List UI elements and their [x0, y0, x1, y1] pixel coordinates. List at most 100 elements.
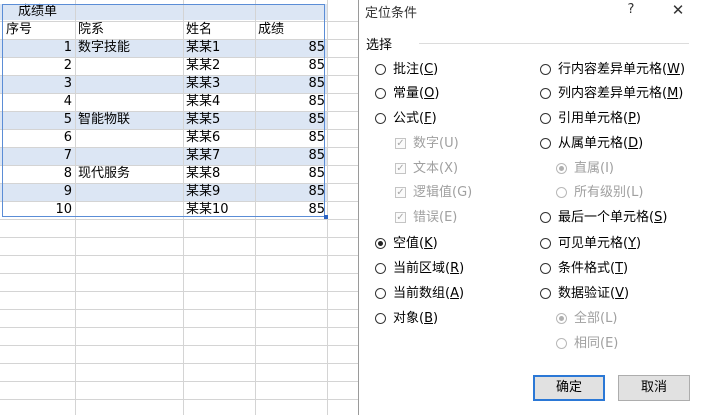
spreadsheet-grid[interactable]: 成绩单 序号 院系 姓名 成绩 1 数字技能 某某1 85 2 某某2 85 3… [0, 0, 360, 415]
cell-score[interactable]: 85 [258, 57, 325, 75]
cell-name[interactable]: 某某4 [186, 93, 220, 111]
cell-no[interactable]: 7 [2, 147, 72, 165]
option-label: 对象( [393, 311, 425, 326]
cell-name[interactable]: 某某3 [186, 75, 220, 93]
cell-name[interactable]: 某某10 [186, 201, 229, 219]
option-label: 列内容差异单元格( [558, 86, 668, 101]
radio-icon[interactable] [375, 113, 386, 124]
cell-score[interactable]: 85 [258, 183, 325, 201]
radio-icon[interactable] [540, 238, 551, 249]
checkbox-checked-icon[interactable]: ✓ [395, 212, 406, 223]
go-to-special-dialog: 定位条件 ? ✕ 选择 批注(C) 常量(O) 公式(F) ✓ 数字(U) ✓ … [358, 0, 702, 415]
option-label: 相同(E) [574, 336, 619, 351]
radio-icon[interactable] [375, 288, 386, 299]
radio-icon[interactable] [540, 138, 551, 149]
option-accel-key: D [628, 136, 639, 151]
radio-icon[interactable] [556, 187, 567, 198]
option-label-end: ) [662, 210, 668, 225]
option-label-end: ) [623, 286, 630, 301]
cell-score[interactable]: 85 [258, 129, 325, 147]
row-gridline [0, 273, 360, 274]
cell-name[interactable]: 某某7 [186, 147, 220, 165]
option-label: 行内容差异单元格( [558, 62, 668, 77]
group-label-select: 选择 [366, 38, 393, 53]
cell-no[interactable]: 6 [2, 129, 72, 147]
row-gridline [0, 309, 360, 310]
radio-icon[interactable] [540, 212, 551, 223]
checkbox-checked-icon[interactable]: ✓ [395, 163, 406, 174]
radio-icon[interactable] [556, 338, 567, 349]
option-label: 当前数组( [393, 286, 451, 301]
radio-selected-icon[interactable] [556, 313, 567, 324]
checkbox-checked-icon[interactable]: ✓ [395, 138, 406, 149]
radio-icon[interactable] [375, 64, 386, 75]
cell-score[interactable]: 85 [258, 201, 325, 219]
cell-name[interactable]: 某某2 [186, 57, 220, 75]
cell-score[interactable]: 85 [258, 75, 325, 93]
cell-dept[interactable]: 现代服务 [78, 165, 130, 183]
radio-icon[interactable] [375, 88, 386, 99]
option-accel-key: Y [628, 236, 637, 251]
cell-no[interactable]: 8 [2, 165, 72, 183]
option-label: 引用单元格( [558, 111, 629, 126]
radio-icon[interactable] [540, 288, 551, 299]
help-icon[interactable]: ? [623, 2, 639, 17]
cell-score[interactable]: 85 [258, 147, 325, 165]
radio-icon[interactable] [540, 88, 551, 99]
cell-no[interactable]: 9 [2, 183, 72, 201]
cell-dept[interactable]: 智能物联 [78, 111, 130, 129]
header-cell-name[interactable]: 姓名 [186, 21, 212, 39]
cell-score[interactable]: 85 [258, 165, 325, 183]
header-cell-no[interactable]: 序号 [6, 21, 32, 39]
option-label: 批注( [393, 62, 425, 77]
radio-icon[interactable] [540, 64, 551, 75]
option-label: 逻辑值(G) [413, 185, 473, 200]
cell-name[interactable]: 某某5 [186, 111, 220, 129]
option-accel-key: R [450, 261, 460, 276]
option-accel-key: B [424, 311, 433, 326]
ok-button[interactable]: 确定 [533, 375, 605, 401]
option-label: 数据验证( [558, 286, 616, 301]
option-label: 最后一个单元格( [558, 210, 655, 225]
cell-name[interactable]: 某某6 [186, 129, 220, 147]
option-label: 条件格式( [558, 261, 616, 276]
radio-selected-icon[interactable] [556, 163, 567, 174]
row-gridline [0, 219, 360, 220]
radio-icon[interactable] [540, 113, 551, 124]
header-cell-score[interactable]: 成绩 [258, 21, 284, 39]
header-cell-dept[interactable]: 院系 [78, 21, 104, 39]
cancel-button[interactable]: 取消 [618, 375, 690, 401]
cell-dept[interactable]: 数字技能 [78, 39, 130, 57]
option-label: 从属单元格( [558, 136, 629, 151]
cell-score[interactable]: 85 [258, 39, 325, 57]
cell-no[interactable]: 3 [2, 75, 72, 93]
option-label-end: ) [635, 111, 641, 126]
radio-icon[interactable] [540, 263, 551, 274]
cell-no[interactable]: 5 [2, 111, 72, 129]
cell-no[interactable]: 2 [2, 57, 72, 75]
cell-score[interactable]: 85 [258, 93, 325, 111]
radio-icon[interactable] [375, 313, 386, 324]
cell-no[interactable]: 1 [2, 39, 72, 57]
checkbox-checked-icon[interactable]: ✓ [395, 187, 406, 198]
column-gridline [255, 0, 256, 415]
option-label-end: ) [623, 261, 629, 276]
sheet-title-cell[interactable]: 成绩单 [18, 3, 57, 21]
row-gridline [0, 327, 360, 328]
cell-no[interactable]: 10 [2, 201, 72, 219]
option-label: 文本(X) [413, 161, 459, 176]
cell-score[interactable]: 85 [258, 111, 325, 129]
radio-selected-icon[interactable] [375, 238, 386, 249]
option-label-end: ) [458, 286, 465, 301]
cell-name[interactable]: 某某1 [186, 39, 220, 57]
fill-handle[interactable] [324, 215, 328, 219]
cell-no[interactable]: 4 [2, 93, 72, 111]
dialog-title-bar[interactable]: 定位条件 ? ✕ [359, 0, 702, 22]
option-accel-key: M [667, 86, 679, 101]
cell-name[interactable]: 某某9 [186, 183, 220, 201]
close-icon[interactable]: ✕ [668, 1, 688, 19]
cell-name[interactable]: 某某8 [186, 165, 220, 183]
radio-icon[interactable] [375, 263, 386, 274]
option-accel-key: P [628, 111, 636, 126]
dialog-title: 定位条件 [365, 6, 418, 21]
